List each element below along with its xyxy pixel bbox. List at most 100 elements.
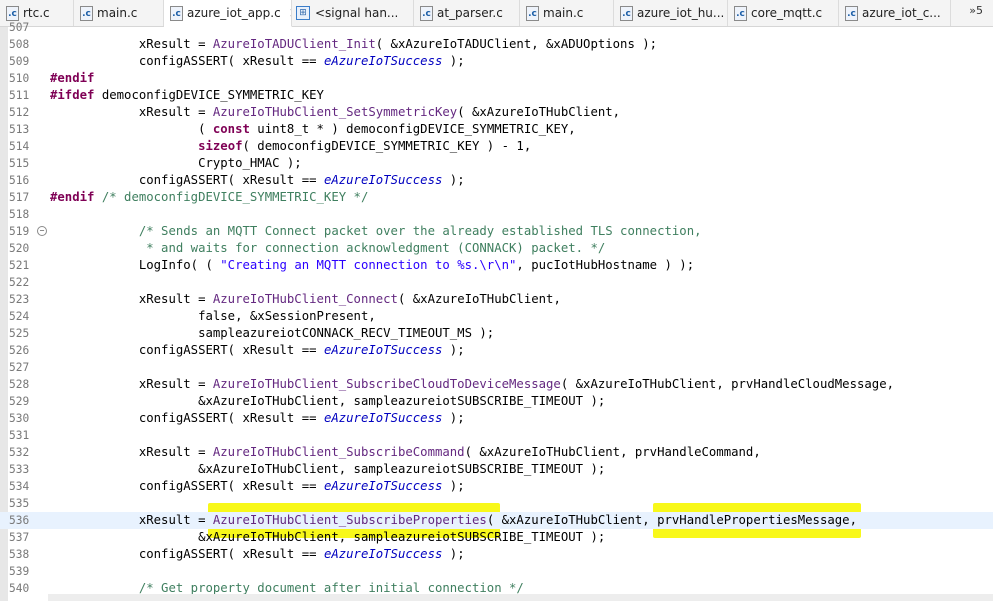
line-number: 531 [9, 429, 30, 442]
code-line[interactable]: 509 configASSERT( xResult == eAzureIoTSu… [0, 53, 993, 70]
line-number: 510 [9, 72, 30, 85]
code-text: configASSERT( xResult == eAzureIoTSucces… [50, 54, 465, 68]
line-number: 520 [9, 242, 30, 255]
line-number: 534 [9, 480, 30, 493]
code-text: configASSERT( xResult == eAzureIoTSucces… [50, 411, 465, 425]
line-number: 508 [9, 38, 30, 51]
code-line[interactable]: 526 configASSERT( xResult == eAzureIoTSu… [0, 342, 993, 359]
code-line[interactable]: 513 ( const uint8_t * ) democonfigDEVICE… [0, 121, 993, 138]
tab-label: core_mqtt.c [751, 6, 823, 20]
code-text: xResult = AzureIoTHubClient_Connect( &xA… [50, 292, 561, 306]
code-line[interactable]: 529 &xAzureIoTHubClient, sampleazureiotS… [0, 393, 993, 410]
code-line[interactable]: 522 [0, 274, 993, 291]
code-text: * and waits for connection acknowledgmen… [50, 241, 606, 255]
code-line[interactable]: 520 * and waits for connection acknowled… [0, 240, 993, 257]
line-number: 539 [9, 565, 30, 578]
code-editor[interactable]: 507 508 xResult = AzureIoTADUClient_Init(… [0, 21, 993, 601]
code-text: xResult = AzureIoTHubClient_SubscribeClo… [50, 377, 894, 391]
fold-toggle-icon[interactable]: − [37, 226, 47, 236]
line-number: 525 [9, 327, 30, 340]
code-line[interactable]: 524 false, &xSessionPresent, [0, 308, 993, 325]
code-line[interactable]: 507 [0, 19, 993, 36]
line-number: 530 [9, 412, 30, 425]
code-line[interactable]: 530 configASSERT( xResult == eAzureIoTSu… [0, 410, 993, 427]
code-line[interactable]: 516 configASSERT( xResult == eAzureIoTSu… [0, 172, 993, 189]
code-line[interactable]: 521 LogInfo( ( "Creating an MQTT connect… [0, 257, 993, 274]
line-number: 529 [9, 395, 30, 408]
code-line[interactable]: 511 #ifdef democonfigDEVICE_SYMMETRIC_KEY [0, 87, 993, 104]
code-line[interactable]: 536 xResult = AzureIoTHubClient_Subscrib… [0, 512, 993, 529]
line-number: 517 [9, 191, 30, 204]
code-line[interactable]: 539 [0, 563, 993, 580]
code-text: configASSERT( xResult == eAzureIoTSucces… [50, 173, 465, 187]
tab-label: azure_iot_c... [862, 6, 941, 20]
code-text: #endif [50, 71, 95, 85]
code-text: LogInfo( ( "Creating an MQTT connection … [50, 258, 695, 272]
code-line[interactable]: 519− /* Sends an MQTT Connect packet ove… [0, 223, 993, 240]
code-text: xResult = AzureIoTADUClient_Init( &xAzur… [50, 37, 658, 51]
code-line[interactable]: 515 Crypto_HMAC ); [0, 155, 993, 172]
code-line[interactable]: 531 [0, 427, 993, 444]
code-text: configASSERT( xResult == eAzureIoTSucces… [50, 547, 465, 561]
line-number: 524 [9, 310, 30, 323]
tab-label: azure_iot_hu... [637, 6, 725, 20]
line-number: 538 [9, 548, 30, 561]
code-line[interactable]: 512 xResult = AzureIoTHubClient_SetSymme… [0, 104, 993, 121]
line-number: 528 [9, 378, 30, 391]
code-text: false, &xSessionPresent, [50, 309, 376, 323]
code-text: sampleazureiotCONNACK_RECV_TIMEOUT_MS ); [50, 326, 495, 340]
line-number: 527 [9, 361, 30, 374]
tab-label: azure_iot_app.c [187, 6, 281, 20]
line-number: 532 [9, 446, 30, 459]
line-number: 526 [9, 344, 30, 357]
line-number: 523 [9, 293, 30, 306]
line-number: 537 [9, 531, 30, 544]
code-line[interactable]: 537 &xAzureIoTHubClient, sampleazureiotS… [0, 529, 993, 546]
code-line[interactable]: 534 configASSERT( xResult == eAzureIoTSu… [0, 478, 993, 495]
horizontal-scrollbar[interactable] [48, 594, 993, 601]
signal-handler-icon: ⊞ [296, 6, 310, 20]
code-line[interactable]: 518 [0, 206, 993, 223]
line-number: 519 [9, 225, 30, 238]
code-line[interactable]: 510 #endif [0, 70, 993, 87]
line-number: 518 [9, 208, 30, 221]
code-text: Crypto_HMAC ); [50, 156, 302, 170]
line-number: 511 [9, 89, 30, 102]
code-text: &xAzureIoTHubClient, sampleazureiotSUBSC… [50, 530, 606, 544]
tab-label: <signal han... [315, 6, 399, 20]
tab-label: at_parser.c [437, 6, 503, 20]
line-number: 536 [9, 514, 30, 527]
code-text: &xAzureIoTHubClient, sampleazureiotSUBSC… [50, 394, 606, 408]
code-line[interactable]: 525 sampleazureiotCONNACK_RECV_TIMEOUT_M… [0, 325, 993, 342]
code-line[interactable]: 523 xResult = AzureIoTHubClient_Connect(… [0, 291, 993, 308]
tab-label: rtc.c [23, 6, 50, 20]
line-number: 535 [9, 497, 30, 510]
code-text: xResult = AzureIoTHubClient_SetSymmetric… [50, 105, 621, 119]
line-number: 533 [9, 463, 30, 476]
code-line[interactable]: 533 &xAzureIoTHubClient, sampleazureiotS… [0, 461, 993, 478]
line-number: 507 [9, 21, 30, 34]
code-line[interactable]: 528 xResult = AzureIoTHubClient_Subscrib… [0, 376, 993, 393]
code-line[interactable]: 517 #endif /* democonfigDEVICE_SYMMETRIC_… [0, 189, 993, 206]
code-text: configASSERT( xResult == eAzureIoTSucces… [50, 479, 465, 493]
code-line[interactable]: 508 xResult = AzureIoTADUClient_Init( &x… [0, 36, 993, 53]
line-number: 513 [9, 123, 30, 136]
code-text: #endif /* democonfigDEVICE_SYMMETRIC_KEY… [50, 190, 369, 204]
line-number: 522 [9, 276, 30, 289]
code-line[interactable]: 514 sizeof( democonfigDEVICE_SYMMETRIC_K… [0, 138, 993, 155]
code-text: xResult = AzureIoTHubClient_SubscribeCom… [50, 445, 761, 459]
code-text: sizeof( democonfigDEVICE_SYMMETRIC_KEY )… [198, 139, 532, 153]
tab-overflow-indicator[interactable]: »5 [969, 4, 983, 17]
code-text: #ifdef democonfigDEVICE_SYMMETRIC_KEY [50, 88, 324, 102]
tab-label: main.c [543, 6, 584, 20]
code-line[interactable]: 527 [0, 359, 993, 376]
code-line[interactable]: 538 configASSERT( xResult == eAzureIoTSu… [0, 546, 993, 563]
code-line[interactable]: 535 [0, 495, 993, 512]
line-number: 521 [9, 259, 30, 272]
code-text: ( const uint8_t * ) democonfigDEVICE_SYM… [50, 122, 576, 136]
code-line[interactable]: 532 xResult = AzureIoTHubClient_Subscrib… [0, 444, 993, 461]
line-number: 512 [9, 106, 30, 119]
line-number: 516 [9, 174, 30, 187]
code-text: /* Sends an MQTT Connect packet over the… [50, 224, 702, 238]
line-number: 540 [9, 582, 30, 595]
